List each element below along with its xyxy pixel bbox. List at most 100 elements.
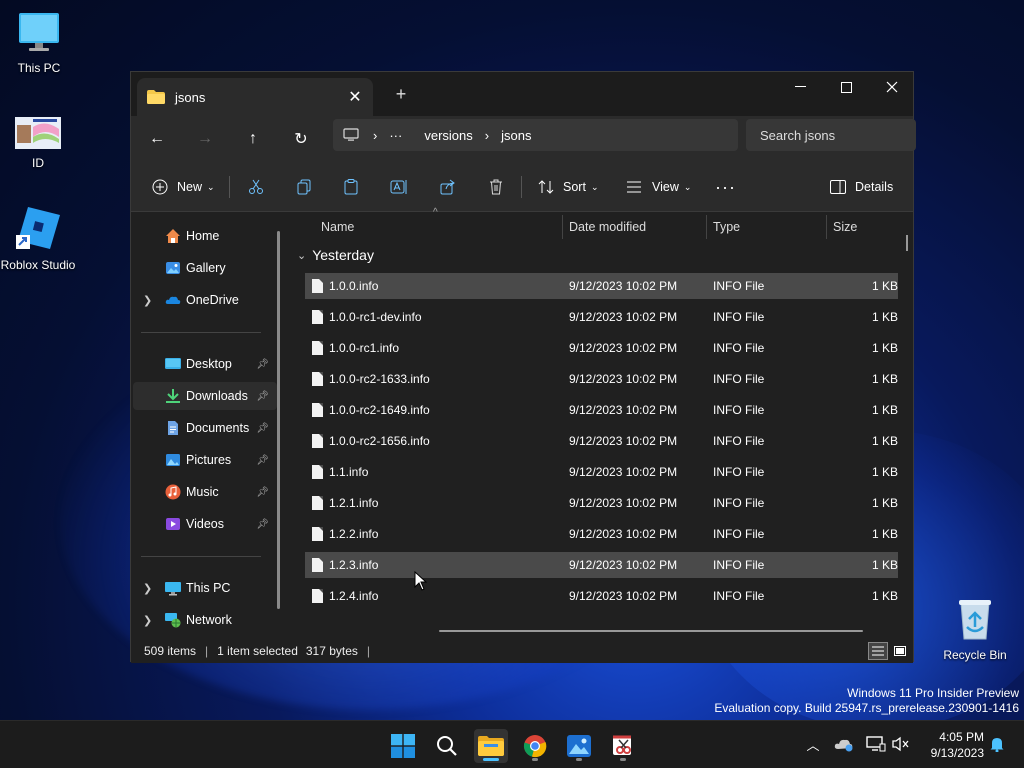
taskbar-clock[interactable]: 4:05 PM 9/13/2023 [920,729,984,761]
taskbar-photos[interactable] [562,729,596,763]
pin-icon[interactable]: 📌︎ [256,359,269,370]
table-row[interactable]: 1.2.3.info 9/12/2023 10:02 PM INFO File 1 K… [305,552,898,578]
column-divider[interactable] [706,215,707,239]
chevron-right-icon[interactable]: ❯ [143,582,152,595]
horizontal-scrollbar[interactable] [439,630,863,632]
up-button[interactable]: ↑ [237,124,269,154]
file-icon [312,310,323,324]
new-button[interactable]: New ⌄ [151,174,215,200]
more-options-button[interactable]: ··· [715,174,736,200]
cut-button[interactable] [247,174,265,200]
refresh-button[interactable]: ↻ [285,124,317,154]
paste-button[interactable] [342,174,360,200]
delete-button[interactable] [487,174,505,200]
taskbar-file-explorer[interactable] [474,729,508,763]
copy-button[interactable] [295,174,313,200]
share-button[interactable] [439,174,457,200]
column-header-type[interactable]: Type [713,213,740,241]
nav-item-music[interactable]: Music 📌︎ [133,478,277,506]
sort-button[interactable]: Sort ⌄ [537,174,598,200]
file-size: 1 KB [871,310,898,324]
table-row[interactable]: 1.0.0-rc2-1649.info 9/12/2023 10:02 PM INF… [305,397,898,423]
nav-item-network[interactable]: ❯ Network [133,606,277,634]
pin-icon[interactable]: 📌︎ [256,519,269,530]
volume-muted-icon [892,736,909,752]
breadcrumb[interactable]: › ··· versions › jsons [333,119,738,151]
desktop-icon-this-pc[interactable]: This PC [0,10,79,75]
desktop-icon-id[interactable]: ID [0,117,78,170]
pin-icon[interactable]: 📌︎ [256,423,269,434]
table-row[interactable]: 1.0.0-rc2-1633.info 9/12/2023 10:02 PM INF… [305,366,898,392]
nav-item-pictures[interactable]: Pictures 📌︎ [133,446,277,474]
file-icon [312,372,323,386]
search-input[interactable]: Search jsons [746,119,916,151]
table-row[interactable]: 1.2.4.info 9/12/2023 10:02 PM INFO File 1 K… [305,583,898,609]
forward-button[interactable]: → [189,124,221,154]
desktop-icon-recycle-bin[interactable]: Recycle Bin [935,597,1015,662]
breadcrumb-versions[interactable]: versions [424,128,472,143]
nav-item-documents[interactable]: Documents 📌︎ [133,414,277,442]
column-header-name[interactable]: Name [321,213,354,241]
nav-item-desktop[interactable]: Desktop 📌︎ [133,350,277,378]
file-icon [312,527,323,541]
nav-item-videos[interactable]: Videos 📌︎ [133,510,277,538]
column-divider[interactable] [826,215,827,239]
group-header-yesterday[interactable]: ⌄ Yesterday [297,247,374,263]
minimize-button[interactable] [777,72,823,102]
table-row[interactable]: 1.1.info 9/12/2023 10:02 PM INFO File 1 KB [305,459,898,485]
show-hidden-icons-button[interactable]: ︿ [802,733,824,755]
file-name: 1.0.0-rc2-1649.info [329,403,430,417]
onedrive-tray-icon[interactable] [833,733,855,755]
search-button[interactable] [430,729,464,763]
close-tab-icon[interactable]: ✕ [343,85,367,109]
column-divider[interactable] [562,215,563,239]
network-tray-icon[interactable] [865,733,887,755]
table-row[interactable]: 1.0.0-rc1-dev.info 9/12/2023 10:02 PM INFO… [305,304,898,330]
pin-icon[interactable]: 📌︎ [256,455,269,466]
plus-circle-icon [151,178,169,196]
start-button[interactable] [386,729,420,763]
details-button[interactable]: Details [829,174,893,200]
vertical-scrollbar[interactable] [906,235,908,251]
table-row[interactable]: 1.0.0-rc1.info 9/12/2023 10:02 PM INFO Fil… [305,335,898,361]
table-row[interactable]: 1.2.2.info 9/12/2023 10:02 PM INFO File 1 K… [305,521,898,547]
rename-button[interactable] [390,174,408,200]
notifications-button[interactable] [986,733,1008,755]
column-header-size[interactable]: Size [833,213,857,241]
taskbar-chrome[interactable] [518,729,552,763]
table-row[interactable]: 1.0.0-rc2-1656.info 9/12/2023 10:02 PM INF… [305,428,898,454]
tiles-view-toggle[interactable] [891,642,909,660]
file-type: INFO File [713,496,765,510]
pin-icon[interactable]: 📌︎ [256,487,269,498]
taskbar-snipping-tool[interactable] [606,729,640,763]
back-button[interactable]: ← [141,124,173,154]
desktop-icon-roblox-studio[interactable]: Roblox Studio [0,205,78,272]
new-tab-button[interactable]: + [389,82,413,106]
nav-item-gallery[interactable]: Gallery [133,254,277,282]
tab-jsons[interactable]: jsons ✕ [137,78,373,116]
breadcrumb-overflow[interactable]: ··· [389,128,402,143]
nav-item-downloads[interactable]: Downloads 📌︎ [133,382,277,410]
nav-pane-scrollbar[interactable] [277,231,280,609]
column-header-date-modified[interactable]: Date modified [569,213,646,241]
details-label: Details [855,180,894,194]
desktop-icon-label: Roblox Studio [0,258,76,272]
breadcrumb-jsons[interactable]: jsons [501,128,531,143]
pin-icon[interactable]: 📌︎ [256,391,269,402]
nav-item-this-pc[interactable]: ❯ This PC [133,574,277,602]
volume-tray-icon[interactable] [890,733,912,755]
maximize-button[interactable] [823,72,869,102]
nav-item-onedrive[interactable]: ❯ OneDrive [133,286,277,314]
table-row[interactable]: 1.0.0.info 9/12/2023 10:02 PM INFO File 1 K… [305,273,898,299]
running-indicator [532,758,538,761]
file-date: 9/12/2023 10:02 PM [569,527,678,541]
close-window-button[interactable] [869,72,915,102]
status-divider: | [366,643,371,658]
view-button[interactable]: View ⌄ [625,174,691,200]
table-row[interactable]: 1.2.1.info 9/12/2023 10:02 PM INFO File 1 K… [305,490,898,516]
nav-item-home[interactable]: Home [133,222,277,250]
chevron-right-icon[interactable]: ❯ [143,294,152,307]
chevron-right-icon[interactable]: ❯ [143,614,152,627]
file-name: 1.2.1.info [329,496,379,510]
details-view-toggle[interactable] [868,642,888,660]
